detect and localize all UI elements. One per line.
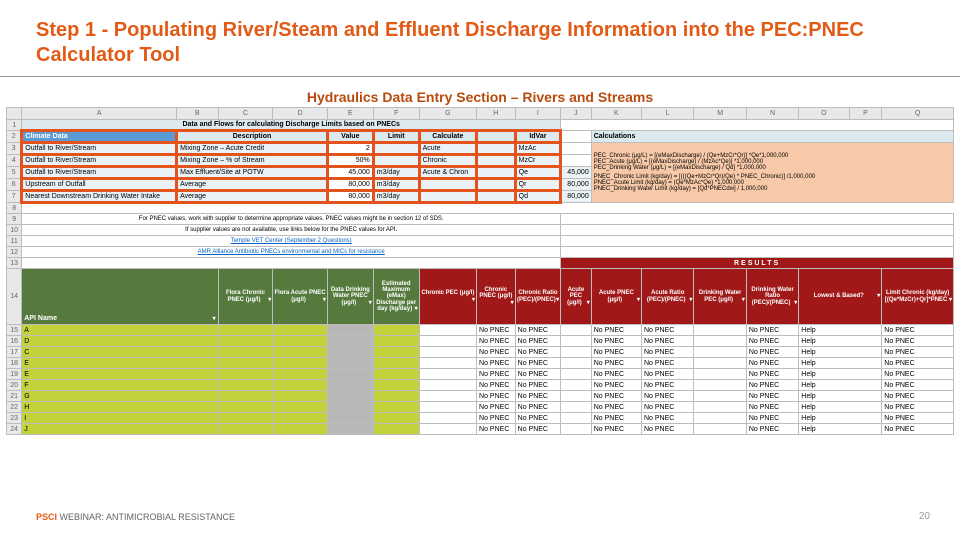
api-name-header[interactable]: API Name xyxy=(22,269,218,325)
climate-header: Climate Data xyxy=(22,131,177,143)
mixingzone-acute[interactable]: 2 xyxy=(327,143,373,155)
calc-header: Calculations xyxy=(591,131,953,143)
table-row: 24 J No PNECNo PNEC No PNECNo PNEC No PN… xyxy=(7,424,954,435)
result-headers: 14 API Name Flora Chronic PNEC (μg/l) Fl… xyxy=(7,269,954,325)
table-row: 22 H No PNECNo PNEC No PNECNo PNEC No PN… xyxy=(7,402,954,413)
calc-box: PEC_Chronic (μg/L) = [(eMaxDischarge) / … xyxy=(591,143,953,203)
section-header: Data and Flows for calculating Discharge… xyxy=(22,120,561,131)
results-header: RESULTS xyxy=(561,258,954,269)
table-row: 19 E No PNECNo PNEC No PNECNo PNEC No PN… xyxy=(7,369,954,380)
table-row: 15 A No PNECNo PNEC No PNECNo PNEC No PN… xyxy=(7,325,954,336)
mixingzone-pct[interactable]: 50% xyxy=(327,155,373,167)
corner xyxy=(7,108,22,120)
col-headers: A B C D E F G H I J K L M N O P Q xyxy=(7,108,954,120)
slide-title: Step 1 - Populating River/Steam and Effl… xyxy=(0,0,960,74)
top-table: A B C D E F G H I J K L M N O P Q 1Data … xyxy=(6,107,954,435)
table-row: 23 I No PNECNo PNEC No PNECNo PNEC No PN… xyxy=(7,413,954,424)
divider xyxy=(0,76,960,77)
downstream-avg[interactable]: 80,000 xyxy=(327,191,373,203)
link-temple[interactable]: Temple VET Center (September 2 Questions… xyxy=(231,238,352,244)
table-row: 16 D No PNECNo PNEC No PNECNo PNEC No PN… xyxy=(7,336,954,347)
footer: PSCI WEBINAR: ANTIMICROBIAL RESISTANCE xyxy=(36,512,235,522)
table-row: 20 F No PNECNo PNEC No PNECNo PNEC No PN… xyxy=(7,380,954,391)
table-row: 21 G No PNECNo PNEC No PNECNo PNEC No PN… xyxy=(7,391,954,402)
table-row: 18 E No PNECNo PNEC No PNECNo PNEC No PN… xyxy=(7,358,954,369)
page-number: 20 xyxy=(919,511,930,522)
link-amr[interactable]: AMR Alliance Antibiotic PNECs environmen… xyxy=(198,249,385,255)
upstream-avg[interactable]: 80,000 xyxy=(327,179,373,191)
table-row: 17 C No PNECNo PNEC No PNECNo PNEC No PN… xyxy=(7,347,954,358)
spreadsheet: A B C D E F G H I J K L M N O P Q 1Data … xyxy=(6,107,954,435)
subtitle: Hydraulics Data Entry Section – Rivers a… xyxy=(0,85,960,107)
max-effluent[interactable]: 45,000 xyxy=(327,167,373,179)
